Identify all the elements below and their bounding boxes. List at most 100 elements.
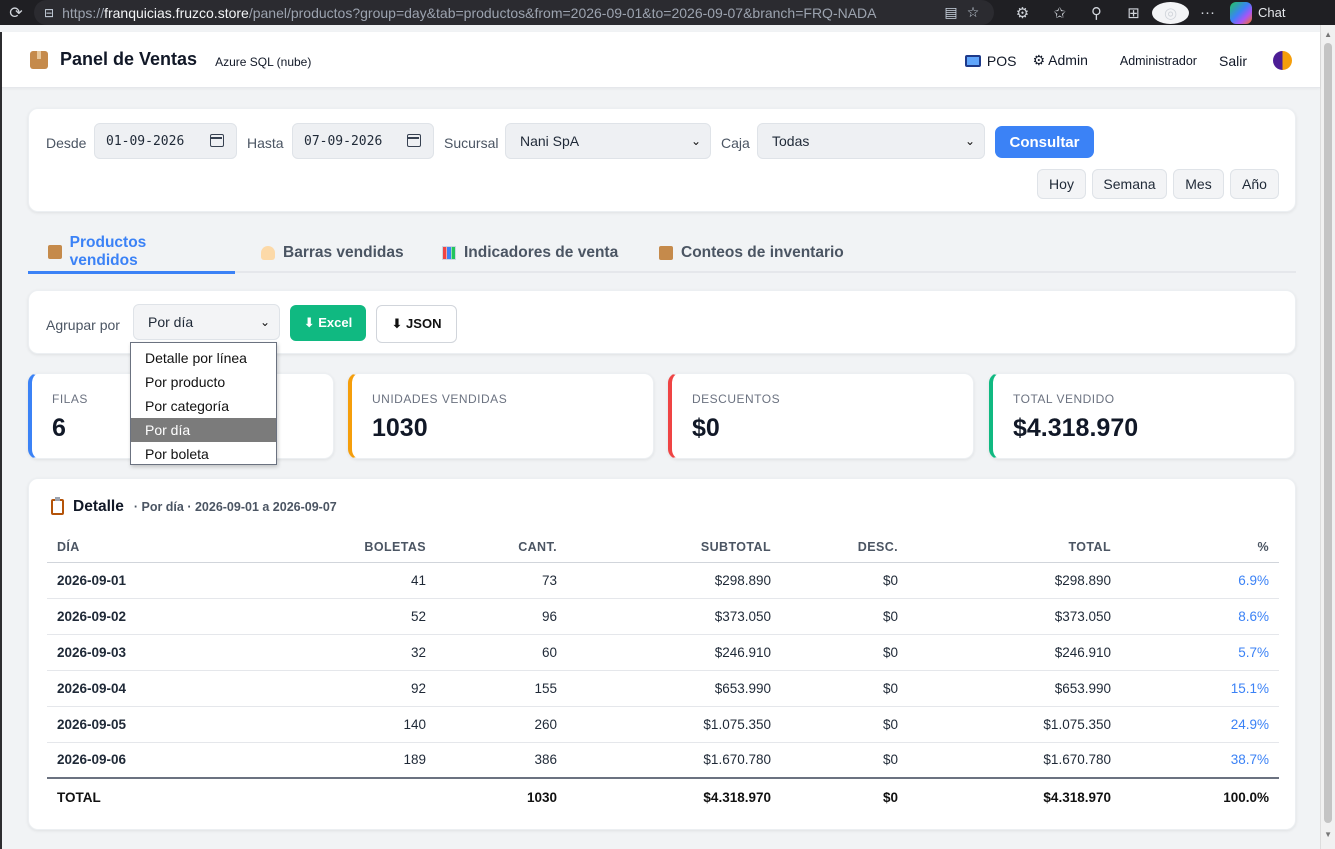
more-menu-icon[interactable]: ···: [1189, 4, 1226, 21]
tab-conteos[interactable]: Conteos de inventario: [639, 232, 864, 273]
quick-today-button[interactable]: Hoy: [1037, 169, 1086, 199]
qty-total-cell: 1030: [436, 777, 567, 816]
tab-bar: Productos vendidos Barras vendidas Indic…: [28, 232, 1296, 274]
branch-select[interactable]: Nani SpA ⌄: [505, 123, 711, 159]
package-icon: [659, 245, 673, 260]
column-header[interactable]: SUBTOTAL: [567, 532, 781, 563]
table-row: 2026-09-04 92 155 $653.990 $0 $653.990 1…: [47, 670, 1279, 707]
column-header[interactable]: TOTAL: [908, 532, 1121, 563]
calendar-icon[interactable]: [210, 134, 224, 147]
group-select[interactable]: Por día ⌄: [133, 304, 280, 340]
pos-link[interactable]: POS: [964, 53, 1017, 69]
site-info-icon[interactable]: ⊟: [44, 6, 54, 20]
table-row: 2026-09-05 140 260 $1.075.350 $0 $1.075.…: [47, 706, 1279, 743]
total-cell: $1.075.350: [908, 706, 1121, 743]
percent-cell: 6.9%: [1121, 562, 1279, 599]
total-cell: $246.910: [908, 634, 1121, 671]
percent-cell: 38.7%: [1121, 742, 1279, 779]
detail-subtitle: · Por día · 2026-09-01 a 2026-09-07: [133, 500, 337, 514]
calendar-icon[interactable]: [407, 134, 421, 147]
tab-indicadores[interactable]: Indicadores de venta: [422, 232, 638, 273]
chat-label: Chat: [1258, 5, 1286, 20]
qty-cell: 386: [436, 742, 567, 779]
day-cell: 2026-09-01: [47, 562, 247, 599]
qty-cell: 60: [436, 634, 567, 671]
scroll-up-icon[interactable]: ▲: [1324, 30, 1332, 39]
address-bar[interactable]: ⊟ https://franquicias.fruzco.store/panel…: [34, 0, 994, 25]
subtotal-cell: $1.075.350: [567, 706, 781, 743]
tab-label: Barras vendidas: [283, 243, 404, 261]
column-header[interactable]: BOLETAS: [247, 532, 436, 563]
extensions-icon[interactable]: ⚙: [1004, 4, 1041, 22]
detail-title: Detalle: [73, 498, 124, 515]
from-date-input[interactable]: 01-09-2026: [94, 123, 237, 159]
copilot-chat-button[interactable]: Chat: [1230, 1, 1286, 24]
consult-button[interactable]: Consultar: [995, 126, 1094, 158]
column-header[interactable]: CANT.: [436, 532, 567, 563]
column-header[interactable]: DÍA: [47, 532, 247, 563]
subtotal-cell: $298.890: [567, 562, 781, 599]
tab-label: Indicadores de venta: [464, 243, 619, 261]
discount-cell: $0: [781, 634, 908, 671]
admin-link[interactable]: ⚙ Admin: [1033, 52, 1088, 69]
to-date-input[interactable]: 07-09-2026: [292, 123, 434, 159]
popsicle-icon: [261, 245, 275, 260]
user-name: Administrador: [1119, 53, 1197, 68]
table-row: 2026-09-02 52 96 $373.050 $0 $373.050 8.…: [47, 598, 1279, 635]
stat-value: $0: [692, 414, 720, 442]
percent-cell: 5.7%: [1121, 634, 1279, 671]
discount-cell: $0: [781, 562, 908, 599]
bar-chart-icon: [442, 245, 456, 260]
grand-total-cell: $4.318.970: [908, 777, 1121, 816]
total-cell: $653.990: [908, 670, 1121, 707]
logout-link[interactable]: Salir: [1219, 53, 1247, 69]
tab-productos[interactable]: Productos vendidos: [28, 232, 235, 274]
export-json-button[interactable]: ⬇ JSON: [376, 305, 457, 343]
tab-barras[interactable]: Barras vendidas: [241, 232, 424, 273]
quick-month-button[interactable]: Mes: [1173, 169, 1224, 199]
qty-cell: 155: [436, 670, 567, 707]
dropdown-option[interactable]: Por boleta: [131, 442, 276, 466]
discount-cell: $0: [781, 598, 908, 635]
scroll-down-icon[interactable]: ▼: [1324, 830, 1332, 839]
dropdown-option-selected[interactable]: Por día: [131, 418, 276, 442]
header-nav: POS ⚙ Admin Administrador Salir: [949, 51, 1292, 70]
favorites-icon[interactable]: ✩: [1041, 4, 1078, 22]
tab-label: Productos vendidos: [69, 233, 147, 269]
table-row: 2026-09-06 189 386 $1.670.780 $0 $1.670.…: [47, 742, 1279, 779]
dropdown-option[interactable]: Detalle por línea: [131, 346, 276, 370]
export-excel-button[interactable]: ⬇ Excel: [290, 305, 366, 341]
branch-value: Nani SpA: [520, 133, 580, 149]
register-select[interactable]: Todas ⌄: [757, 123, 985, 159]
table-row: 2026-09-01 41 73 $298.890 $0 $298.890 6.…: [47, 562, 1279, 599]
detail-table: DÍA BOLETAS CANT. SUBTOTAL DESC. TOTAL %…: [47, 532, 1279, 816]
stat-value: 1030: [372, 414, 428, 442]
receipts-cell: 140: [247, 706, 436, 743]
share-icon[interactable]: ⚲: [1078, 4, 1115, 22]
to-label: Hasta: [247, 135, 284, 151]
dropdown-option[interactable]: Por categoría: [131, 394, 276, 418]
percent-cell: 24.9%: [1121, 706, 1279, 743]
reload-icon[interactable]: ⟳: [0, 3, 32, 23]
detail-header: Detalle · Por día · 2026-09-01 a 2026-09…: [51, 497, 337, 516]
quick-week-button[interactable]: Semana: [1092, 169, 1167, 199]
app-header: Panel de Ventas Azure SQL (nube) POS ⚙ A…: [2, 32, 1320, 88]
favorite-star-icon[interactable]: ☆: [962, 4, 984, 21]
discount-cell: $0: [781, 670, 908, 707]
profile-icon[interactable]: ◎: [1152, 1, 1189, 24]
register-label: Caja: [721, 135, 750, 151]
stat-value: 6: [52, 414, 66, 442]
column-header[interactable]: DESC.: [781, 532, 908, 563]
reader-mode-icon[interactable]: ▤: [940, 4, 962, 21]
scrollbar-thumb[interactable]: [1324, 43, 1332, 823]
table-total-row: TOTAL 1030 $4.318.970 $0 $4.318.970 100.…: [47, 777, 1279, 816]
collections-icon[interactable]: ⊞: [1115, 4, 1152, 22]
theme-toggle-icon[interactable]: [1273, 51, 1292, 70]
qty-cell: 96: [436, 598, 567, 635]
quick-year-button[interactable]: Año: [1230, 169, 1279, 199]
from-date-value: 01-09-2026: [106, 133, 185, 149]
qty-cell: 260: [436, 706, 567, 743]
column-header[interactable]: %: [1121, 532, 1279, 563]
dropdown-option[interactable]: Por producto: [131, 370, 276, 394]
chevron-down-icon: ⌄: [690, 134, 701, 148]
